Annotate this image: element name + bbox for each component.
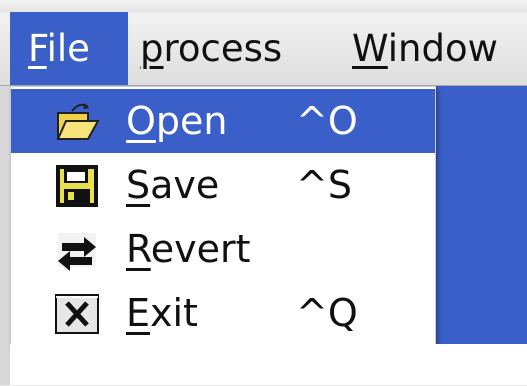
file-menu-dropdown: Open ^O Save ^S Revert Exit ^Q xyxy=(10,86,436,346)
exit-x-icon xyxy=(55,294,99,334)
menu-item-open-shortcut: ^O xyxy=(296,99,358,143)
menu-item-exit-mnemonic: E xyxy=(126,291,151,335)
menu-item-save-mnemonic: S xyxy=(126,163,151,207)
menu-item-exit-shortcut: ^Q xyxy=(296,291,358,335)
menu-item-revert[interactable]: Revert xyxy=(11,217,435,281)
menu-item-open-mnemonic: O xyxy=(126,99,156,143)
menu-window-rest: indow xyxy=(387,27,498,70)
menu-process[interactable]: process xyxy=(128,12,294,85)
window-bottom-area xyxy=(10,344,527,385)
menu-file-mnemonic: F xyxy=(28,27,47,70)
menu-process-rest: rocess xyxy=(163,27,283,70)
menu-item-save-shortcut: ^S xyxy=(296,163,352,207)
title-strip xyxy=(0,0,527,12)
menu-window[interactable]: Window xyxy=(340,12,510,85)
menu-item-open[interactable]: Open ^O xyxy=(11,89,435,153)
menu-file[interactable]: File xyxy=(10,12,128,85)
open-folder-icon xyxy=(55,100,100,144)
menu-item-exit[interactable]: Exit ^Q xyxy=(11,281,435,345)
menu-item-save-rest: ave xyxy=(150,163,220,207)
revert-arrows-icon xyxy=(58,233,96,271)
menu-item-open-rest: pen xyxy=(155,99,228,143)
menu-window-mnemonic: W xyxy=(352,27,388,70)
menu-item-save[interactable]: Save ^S xyxy=(11,153,435,217)
menu-process-mnemonic: p xyxy=(140,27,164,70)
menu-item-revert-label: Revert xyxy=(126,217,250,281)
menu-item-revert-rest: evert xyxy=(150,227,251,271)
menu-item-exit-label: Exit xyxy=(126,281,198,345)
menu-item-revert-mnemonic: R xyxy=(126,227,151,271)
menu-item-save-label: Save xyxy=(126,153,219,217)
menu-file-rest: ile xyxy=(46,27,90,70)
floppy-disk-icon xyxy=(56,165,98,207)
menu-item-open-label: Open xyxy=(126,89,228,153)
menu-item-exit-rest: xit xyxy=(150,291,198,335)
